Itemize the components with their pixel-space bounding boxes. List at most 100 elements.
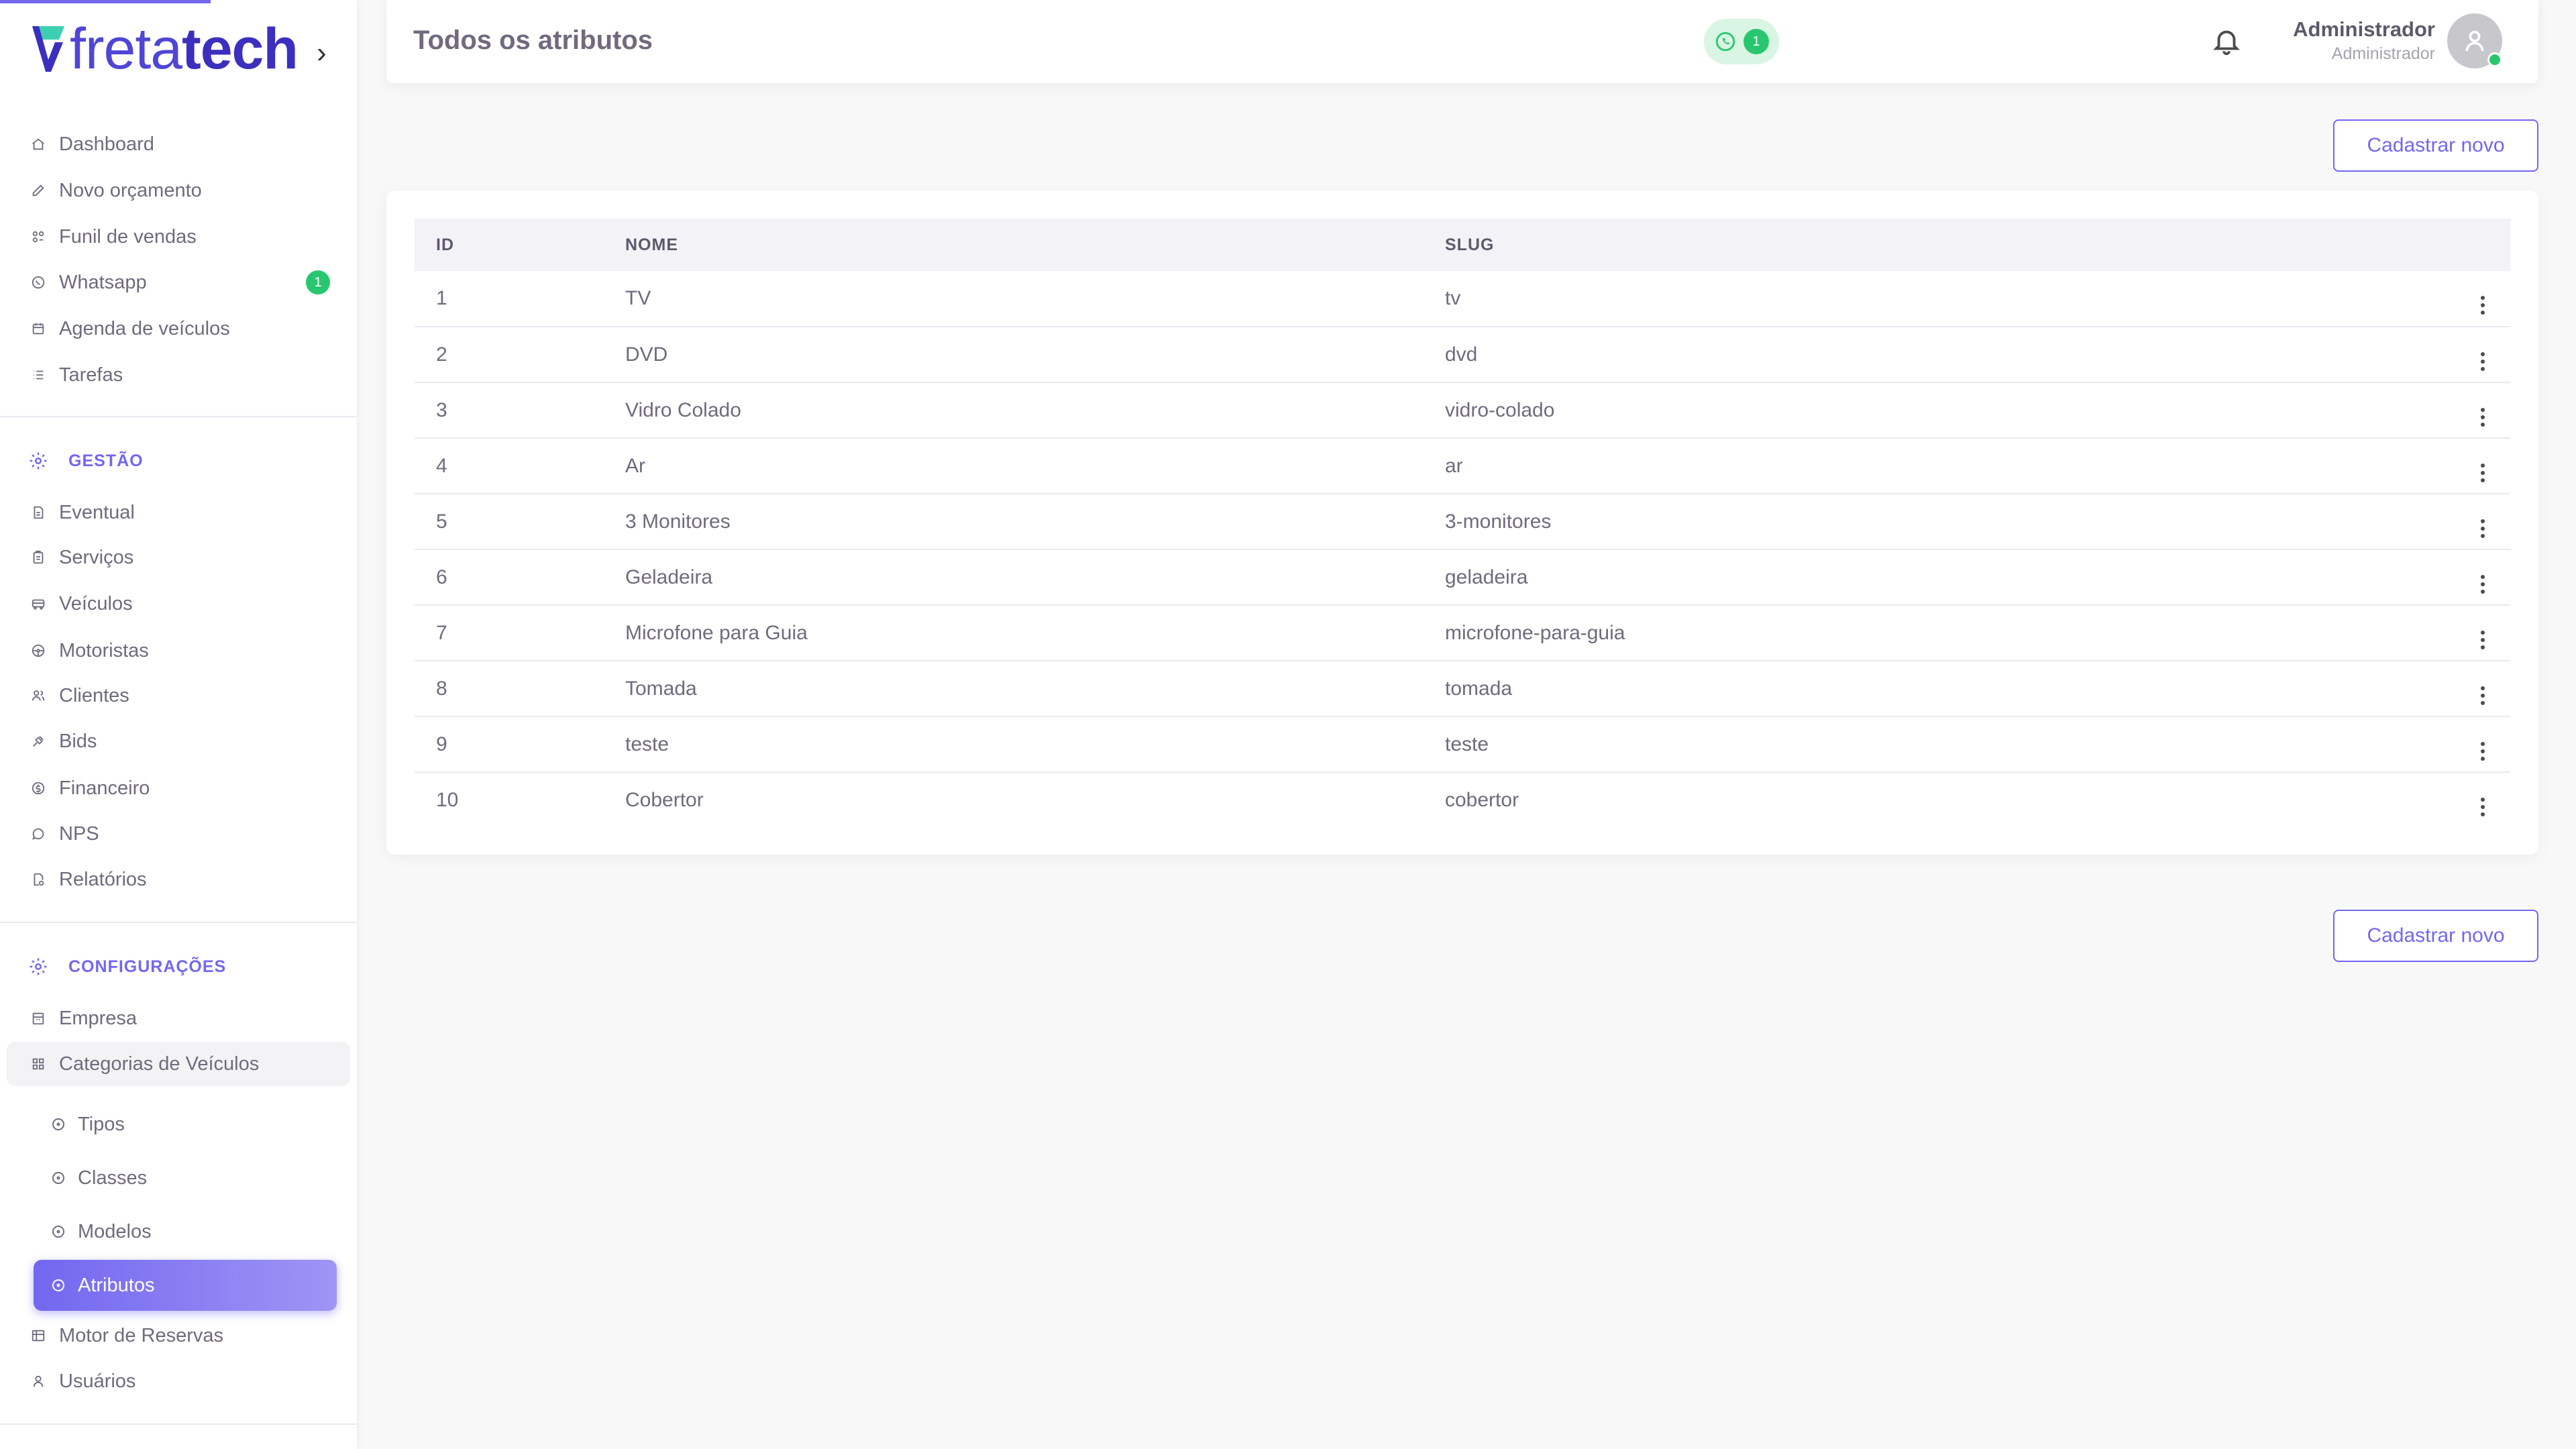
cell-nome: Microfone para Guia [625,605,1445,661]
sidebar-item-label: NPS [59,822,99,845]
cell-slug: tv [1445,271,2384,327]
sidebar-item-veiculos[interactable]: Veículos [7,582,350,626]
more-options-icon[interactable] [2481,296,2485,315]
cadastrar-novo-button-bottom[interactable]: Cadastrar novo [2333,910,2538,962]
sidebar-item-financeiro[interactable]: Financeiro [7,766,350,810]
sidebar-item-label: Eventual [59,501,135,523]
more-options-icon[interactable] [2481,574,2485,594]
more-options-icon[interactable] [2481,686,2485,705]
table-row: 2 DVD dvd [415,327,2510,383]
table-row: 9 teste teste [415,716,2510,773]
sidebar-item-nps[interactable]: NPS [7,812,350,856]
cell-actions [2384,772,2510,828]
brand-logo[interactable]: fretatech [28,19,299,79]
cell-id: 7 [415,605,625,661]
sidebar-item-relatorios[interactable]: Relatórios [7,857,350,902]
circle-icon [48,1168,68,1188]
sidebar-subitem-label: Tipos [78,1113,125,1135]
sidebar-subitem-tipos[interactable]: Tipos [34,1099,337,1150]
notifications-button[interactable] [2211,25,2242,56]
home-icon [28,134,48,154]
sidebar-item-label: Clientes [59,684,129,706]
more-options-icon[interactable] [2481,407,2485,427]
list-icon [28,365,48,385]
sidebar: fretatech › Dashboard Novo orçamento Funil… [0,0,357,1449]
cell-nome: Cobertor [625,789,704,811]
cell-id: 3 [415,382,625,439]
column-header-slug[interactable]: SLUG [1445,219,2384,271]
more-options-icon[interactable] [2481,741,2485,761]
sidebar-item-dashboard[interactable]: Dashboard [7,122,350,166]
sidebar-item-tarefas[interactable]: Tarefas [7,353,350,397]
coin-icon [28,778,48,798]
bell-icon [2213,30,2240,56]
cell-actions [2384,605,2510,661]
sidebar-item-label: Usuários [59,1370,136,1392]
more-options-icon[interactable] [2481,463,2485,482]
gavel-icon [28,731,48,751]
cell-nome: TV [625,271,1445,327]
sidebar-item-usuarios[interactable]: Usuários [7,1359,350,1403]
circle-icon [48,1114,68,1134]
cell-nome: 3 Monitores [625,494,1445,550]
sidebar-item-motoristas[interactable]: Motoristas [7,629,350,673]
sidebar-subitem-label: Modelos [78,1220,152,1242]
more-options-icon[interactable] [2481,519,2485,538]
table-header-row: ID NOME SLUG [415,219,2510,271]
calendar-icon [28,319,48,339]
sidebar-subitem-modelos[interactable]: Modelos [34,1206,337,1257]
avatar[interactable] [2447,13,2502,68]
top-navbar: Todos os atributos 1 Administrador Admin… [386,0,2538,83]
sidebar-item-clientes[interactable]: Clientes [7,674,350,718]
column-header-id[interactable]: ID [415,219,625,271]
circle-icon [48,1222,68,1242]
more-options-icon[interactable] [2481,630,2485,649]
sidebar-collapse-chevron-icon[interactable]: › [317,36,327,70]
sidebar-subitem-atributos[interactable]: Atributos [34,1260,337,1311]
sidebar-subitem-classes[interactable]: Classes [34,1152,337,1203]
cell-id: 8 [415,661,625,717]
cell-id: 10 [436,789,459,811]
cell-nome: Tomada [625,661,1445,717]
circle-icon [48,1275,68,1295]
online-status-dot [2487,52,2502,67]
user-icon [2465,30,2484,52]
sidebar-item-funil-de-vendas[interactable]: Funil de vendas [7,215,350,259]
clipboard-icon [28,547,48,568]
sidebar-divider [0,922,357,923]
cell-slug: 3-monitores [1445,494,2384,550]
column-header-nome[interactable]: NOME [625,219,1445,271]
sidebar-item-whatsapp[interactable]: Whatsapp 1 [7,260,350,305]
sidebar-item-eventual[interactable]: Eventual [7,490,350,535]
sidebar-item-novo-orcamento[interactable]: Novo orçamento [7,168,350,213]
cell-actions [2384,271,2510,327]
cell-nome: Geladeira [625,549,1445,606]
more-options-icon[interactable] [2481,352,2485,371]
cell-nome: Vidro Colado [625,382,1445,439]
more-options-icon[interactable] [2481,798,2485,816]
sidebar-item-empresa[interactable]: Empresa [7,996,350,1040]
attributes-table: ID NOME SLUG 1 TV tv 2 DVD dvd 3 Vidro Colado vi… [415,219,2510,828]
user-name[interactable]: Administrador [2293,17,2435,42]
cell-actions [2384,438,2510,494]
attributes-table-card: ID NOME SLUG 1 TV tv 2 DVD dvd 3 Vidro Colado vi… [386,191,2538,855]
page-title: Todos os atributos [413,25,653,55]
report-icon [28,869,48,890]
sidebar-item-motor-de-reservas[interactable]: Motor de Reservas [7,1313,350,1358]
cell-slug: cobertor [1445,789,1519,811]
cell-slug: vidro-colado [1445,382,2384,439]
sidebar-item-servicos[interactable]: Serviços [7,535,350,580]
table-row: 7 Microfone para Guia microfone-para-guia [415,605,2510,661]
whatsapp-notification-button[interactable]: 1 [1704,19,1779,64]
brand-mark-icon [32,26,64,72]
cell-id: 1 [415,271,625,327]
table-row: 3 Vidro Colado vidro-colado [415,382,2510,439]
cell-nome: Ar [625,438,1445,494]
sidebar-item-categorias-de-veiculos[interactable]: Categorias de Veículos [7,1042,350,1086]
sidebar-item-agenda-de-veiculos[interactable]: Agenda de veículos [7,307,350,351]
grid-icon [28,1054,48,1074]
bus-icon [28,594,48,614]
sidebar-item-label: Dashboard [59,133,154,155]
sidebar-item-bids[interactable]: Bids [7,719,350,763]
cadastrar-novo-button-top[interactable]: Cadastrar novo [2333,119,2538,172]
